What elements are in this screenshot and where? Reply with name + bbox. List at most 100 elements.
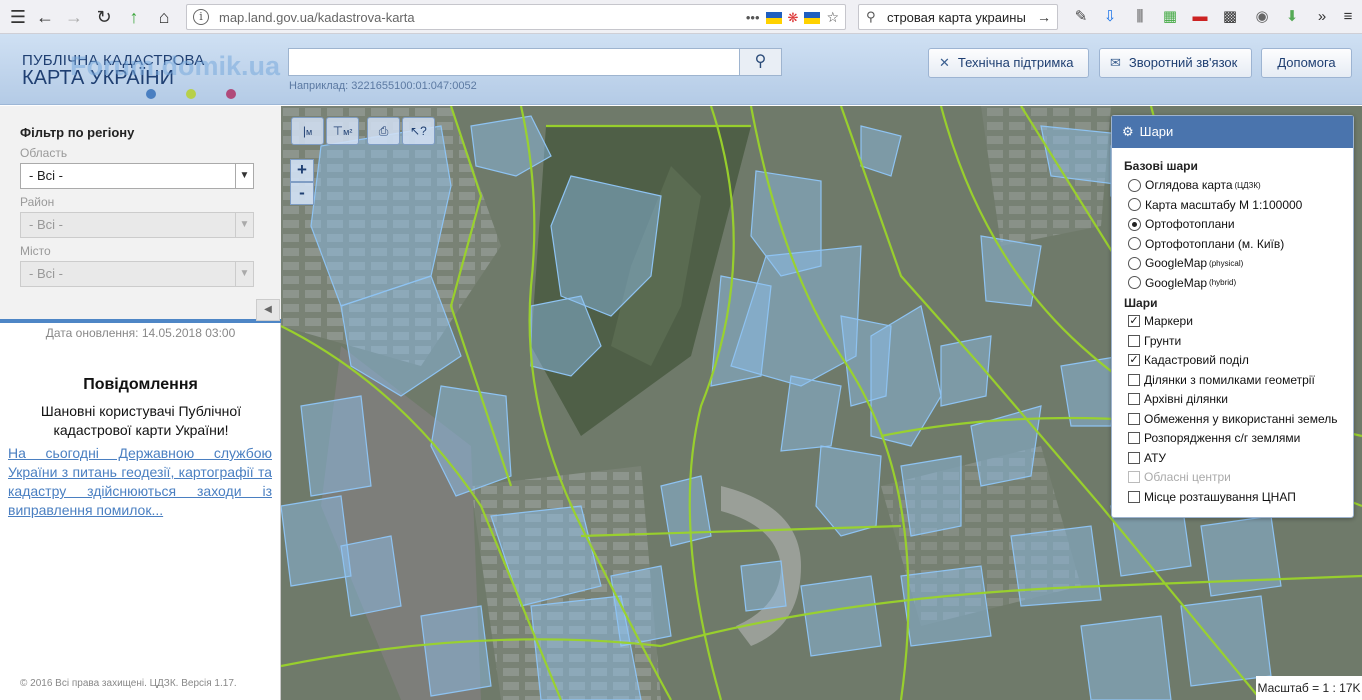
base-layer-option[interactable]: GoogleMap (hybrid) <box>1128 275 1236 291</box>
browser-search-box[interactable]: ⚲ стровая карта украины → <box>858 4 1058 30</box>
forward-icon[interactable]: → <box>62 5 86 29</box>
message-link[interactable]: На сьогодні Державною службою України з … <box>8 444 272 520</box>
download-icon[interactable]: ⇩ <box>1100 7 1120 27</box>
checkbox[interactable] <box>1128 490 1140 503</box>
zoom-in-button[interactable]: + <box>290 159 314 182</box>
print-button[interactable]: ⎙ <box>367 117 400 145</box>
overlay-layer-option[interactable]: Обласні центри <box>1128 469 1231 485</box>
browser-toolbar: ☰ ← → ↻ ↑ ⌂ i map.land.gov.ua/kadastrova… <box>0 0 1362 34</box>
help-label: Допомога <box>1277 55 1336 70</box>
overlay-layer-label: АТУ <box>1144 450 1167 465</box>
browser-search-text[interactable]: стровая карта украины <box>887 10 1037 25</box>
help-button[interactable]: Допомога <box>1261 48 1352 78</box>
overlay-layer-option[interactable]: Місце розташування ЦНАП <box>1128 489 1296 505</box>
radio-button[interactable] <box>1128 198 1141 211</box>
gear-icon: ⚙ <box>1122 124 1134 139</box>
tools-icon: ✕ <box>939 55 950 70</box>
menu-icon[interactable]: ☰ <box>6 5 30 29</box>
measure-area-button[interactable]: ⊤м² <box>326 117 359 145</box>
up-arrow-icon[interactable]: ↑ <box>122 5 146 29</box>
radio-button[interactable] <box>1128 217 1141 231</box>
checkbox[interactable] <box>1128 451 1140 464</box>
overlay-layer-option[interactable]: Ділянки з помилками геометрії <box>1128 372 1315 388</box>
flag-icon[interactable] <box>765 11 782 24</box>
extension-icon[interactable]: ◉ <box>1252 7 1272 27</box>
address-bar-icons: ••• ❋ ☆ <box>746 9 839 26</box>
identify-button[interactable]: ↖? <box>402 117 435 145</box>
base-layer-label: Ортофотоплани (м. Київ) <box>1145 236 1285 251</box>
support-button[interactable]: ✕ Технічна підтримка <box>928 48 1089 78</box>
library-icon[interactable]: ⫼ <box>1130 7 1150 27</box>
radio-button[interactable] <box>1128 276 1141 289</box>
checkbox[interactable] <box>1128 334 1140 347</box>
print-icon: ⎙ <box>378 124 389 138</box>
oblast-label: Область <box>20 146 68 160</box>
base-layer-option[interactable]: Ортофотоплани (м. Київ) <box>1128 236 1284 252</box>
url-text[interactable]: map.land.gov.ua/kadastrova-karta <box>219 10 415 25</box>
rayon-label: Район <box>20 195 55 209</box>
measure-distance-button[interactable]: |м <box>291 117 324 145</box>
city-select[interactable]: - Всі - ▼ <box>20 261 254 287</box>
checkbox[interactable] <box>1128 373 1140 386</box>
overlay-layer-option[interactable]: Обмеження у використанні земель <box>1128 411 1337 427</box>
overlay-layers-title: Шари <box>1124 296 1158 310</box>
radio-button[interactable] <box>1128 237 1141 250</box>
menu-icon[interactable]: ≡ <box>1338 7 1358 27</box>
base-layer-label: GoogleMap <box>1145 256 1208 270</box>
reload-icon[interactable]: ↻ <box>92 5 116 29</box>
home-icon[interactable]: ⌂ <box>152 5 176 29</box>
more-dots-icon[interactable]: ••• <box>746 10 760 25</box>
address-bar[interactable]: i map.land.gov.ua/kadastrova-karta ••• ❋… <box>186 4 846 30</box>
checkbox[interactable] <box>1128 412 1140 425</box>
search-hint: Наприклад: 3221655100:01:047:0052 <box>289 80 477 92</box>
feedback-button[interactable]: ✉ Зворотний зв'язок <box>1099 48 1252 78</box>
oblast-select[interactable]: - Всі - ▼ <box>20 163 254 189</box>
cadastral-search-input[interactable] <box>288 48 740 76</box>
base-layer-source: (ЦДЗК) <box>1234 180 1261 190</box>
watermark: Forum.domik.ua <box>70 51 281 81</box>
overlay-layer-option[interactable]: АТУ <box>1128 450 1166 466</box>
overlay-layer-option[interactable]: Розпорядження с/г землями <box>1128 430 1300 446</box>
overflow-icon[interactable]: » <box>1312 7 1332 27</box>
base-layer-option[interactable]: Ортофотоплани <box>1128 216 1235 232</box>
oblast-value: - Всі - <box>29 168 63 183</box>
extension-icon[interactable]: ▩ <box>1220 7 1240 27</box>
search-button[interactable]: ⚲ <box>739 48 782 76</box>
checkbox[interactable] <box>1128 432 1140 444</box>
checkbox[interactable]: ✓ <box>1128 315 1140 327</box>
radio-button[interactable] <box>1128 178 1141 192</box>
sidebar: Фільтр по регіону Область - Всі - ▼ Райо… <box>0 106 281 700</box>
download-helper-icon[interactable]: ⬇ <box>1282 7 1302 27</box>
extension-icon[interactable]: ▦ <box>1160 7 1180 27</box>
layers-header[interactable]: ⚙ Шари <box>1112 116 1353 148</box>
logo-dot-blue <box>146 89 156 99</box>
addon-icon[interactable]: ❋ <box>788 10 799 26</box>
rayon-select[interactable]: - Всі - ▼ <box>20 212 254 238</box>
base-layer-label: Ортофотоплани <box>1145 217 1235 231</box>
overlay-layer-option[interactable]: Грунти <box>1128 333 1181 349</box>
base-layer-option[interactable]: Карта масштабу М 1:100000 <box>1128 197 1302 213</box>
overlay-layer-option[interactable]: ✓ Кадастровий поділ <box>1128 352 1249 368</box>
reader-icon[interactable]: ✎ <box>1071 7 1091 27</box>
base-layer-label: Карта масштабу М 1:100000 <box>1145 197 1303 212</box>
checkbox[interactable] <box>1128 393 1140 405</box>
overlay-layer-option[interactable]: Архівні ділянки <box>1128 391 1228 407</box>
overlay-layer-option[interactable]: ✓ Маркери <box>1128 313 1193 329</box>
update-date: Дата оновлення: 14.05.2018 03:00 <box>45 326 236 340</box>
checkbox[interactable]: ✓ <box>1128 354 1140 366</box>
overlay-layer-label: Кадастровий поділ <box>1144 353 1249 367</box>
region-filter-panel: Фільтр по регіону Область - Всі - ▼ Райо… <box>0 106 281 323</box>
extension-icon[interactable]: ▬ <box>1190 7 1210 27</box>
filter-title: Фільтр по регіону <box>20 125 135 140</box>
search-go-icon[interactable]: → <box>1037 9 1051 25</box>
cursor-question-icon: ↖? <box>410 124 427 138</box>
base-layer-option[interactable]: GoogleMap (physical) <box>1128 255 1243 271</box>
radio-button[interactable] <box>1128 256 1141 270</box>
info-icon[interactable]: i <box>193 9 209 25</box>
back-icon[interactable]: ← <box>33 5 57 29</box>
zoom-out-button[interactable]: - <box>290 182 314 205</box>
bookmark-star-icon[interactable]: ☆ <box>826 9 839 26</box>
flag-icon[interactable] <box>804 11 821 24</box>
collapse-sidebar-button[interactable]: ◀ <box>256 299 280 321</box>
base-layer-option[interactable]: Оглядова карта (ЦДЗК) <box>1128 177 1261 193</box>
